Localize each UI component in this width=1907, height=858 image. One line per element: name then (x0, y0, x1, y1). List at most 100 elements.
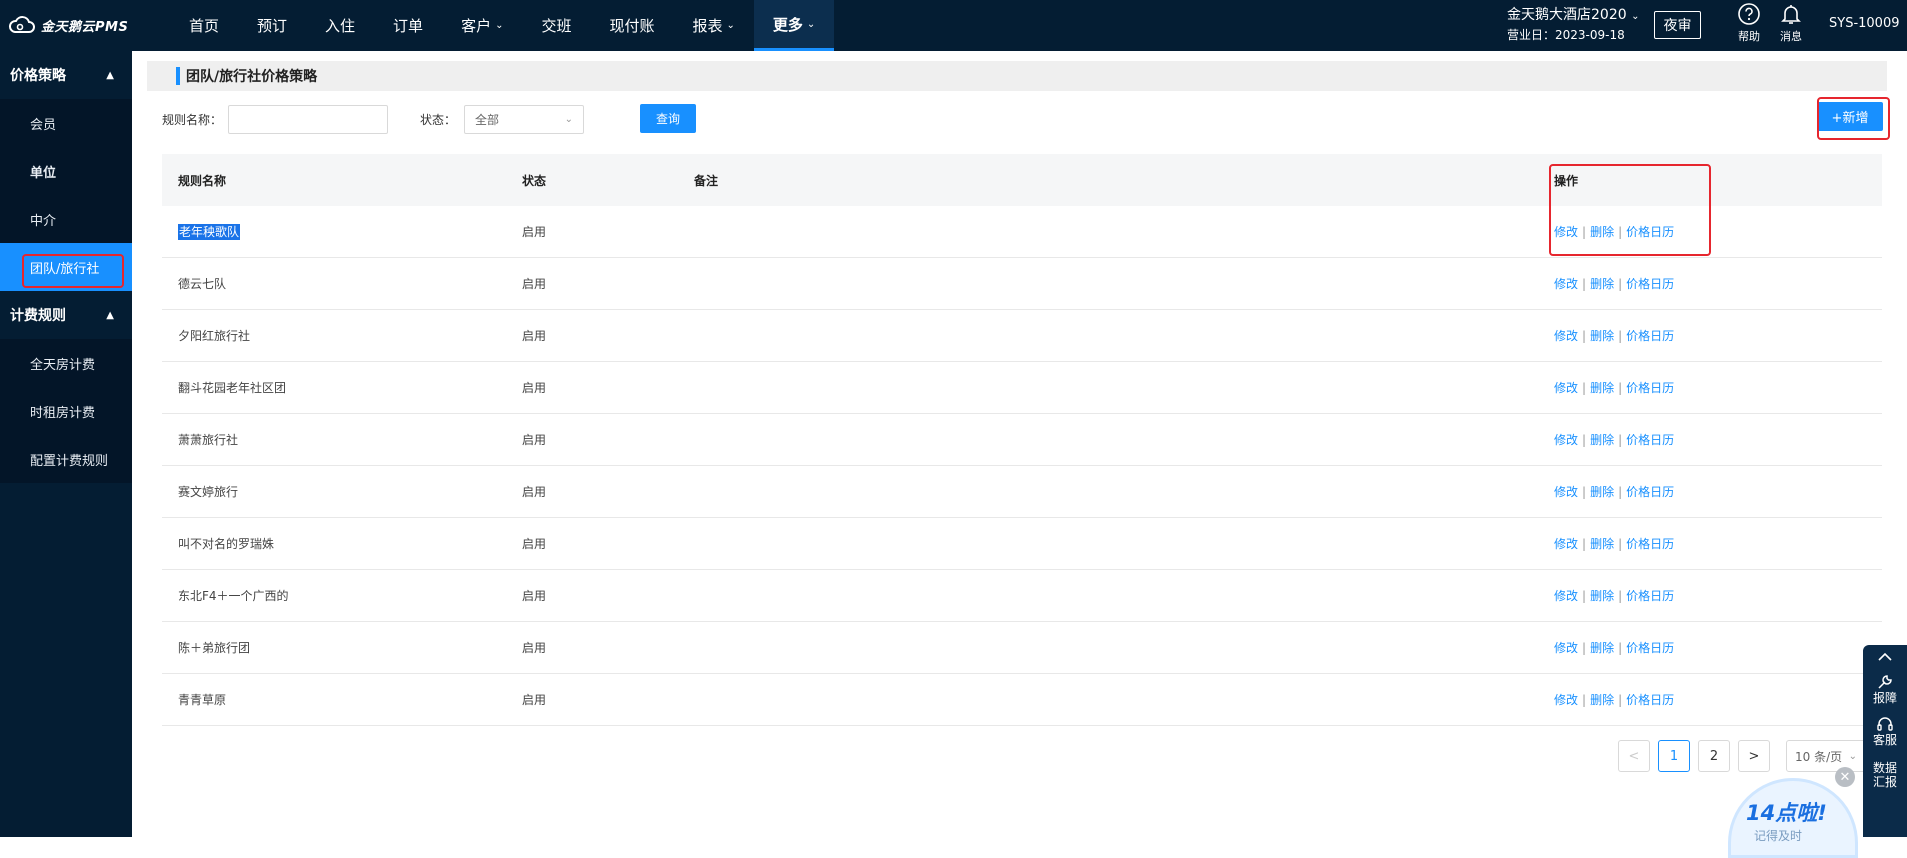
nav-customers[interactable]: 客户 ⌄ (442, 0, 522, 51)
price-calendar-link[interactable]: 价格日历 (1626, 537, 1674, 551)
edit-link[interactable]: 修改 (1554, 277, 1578, 291)
delete-link[interactable]: 删除 (1590, 641, 1614, 655)
separator: | (1618, 381, 1623, 395)
delete-link[interactable]: 删除 (1590, 381, 1614, 395)
chevron-up-icon: ▲ (106, 69, 114, 81)
nav-label: 首页 (189, 17, 220, 35)
data-report-button[interactable]: 数据汇报 (1871, 761, 1899, 789)
edit-link[interactable]: 修改 (1554, 641, 1578, 655)
delete-link[interactable]: 删除 (1590, 589, 1614, 603)
messages-button[interactable]: 消息 (1773, 2, 1809, 48)
price-calendar-link[interactable]: 价格日历 (1626, 433, 1674, 447)
separator: | (1582, 693, 1587, 707)
sidebar-item-unit[interactable]: 单位 (0, 147, 132, 195)
edit-link[interactable]: 修改 (1554, 537, 1578, 551)
rule-name: 德云七队 (178, 277, 227, 291)
sidebar-group-billing-rules[interactable]: 计费规则 ▲ (0, 291, 132, 339)
price-calendar-link[interactable]: 价格日历 (1626, 277, 1674, 291)
edit-link[interactable]: 修改 (1554, 329, 1578, 343)
edit-link[interactable]: 修改 (1554, 433, 1578, 447)
delete-link[interactable]: 删除 (1590, 329, 1614, 343)
rule-name-cell: 陈＋弟旅行团 (178, 639, 250, 656)
chevron-down-icon: ⌄ (495, 20, 504, 31)
help-icon (1738, 3, 1760, 25)
status-cell: 启用 (522, 537, 547, 551)
edit-link[interactable]: 修改 (1554, 381, 1578, 395)
app-logo[interactable]: 金天鹅云PMS (8, 13, 128, 37)
separator: | (1582, 329, 1587, 343)
actions-cell: 修改 | 删除 | 价格日历 (1554, 535, 1674, 552)
pagination-page-1[interactable]: 1 (1658, 740, 1690, 772)
separator: | (1582, 381, 1587, 395)
rule-name-cell: 叫不对名的罗瑞姝 (178, 535, 274, 552)
pagination-next-button[interactable]: > (1738, 740, 1770, 772)
nav-cash-account[interactable]: 现付账 (590, 0, 673, 51)
sidebar-item-hourly-billing[interactable]: 时租房计费 (0, 387, 132, 435)
pagination-page-2[interactable]: 2 (1698, 740, 1730, 772)
actions-cell: 修改 | 删除 | 价格日历 (1554, 431, 1674, 448)
report-fault-label: 报障 (1872, 691, 1897, 705)
table-row: 东北F4＋一个广西的 启用 修改 | 删除 | 价格日历 (162, 570, 1882, 622)
close-icon[interactable]: ✕ (1835, 767, 1855, 787)
nav-reservation[interactable]: 预订 (238, 0, 306, 51)
delete-link[interactable]: 删除 (1590, 277, 1614, 291)
actions-cell: 修改 | 删除 | 价格日历 (1554, 379, 1674, 396)
main-nav: 首页 预订 入住 订单 客户 ⌄ 交班 现付账 报表 ⌄ 更多 ⌄ (170, 0, 835, 51)
edit-link[interactable]: 修改 (1554, 589, 1578, 603)
headset-icon (1877, 717, 1893, 731)
price-calendar-link[interactable]: 价格日历 (1626, 329, 1674, 343)
price-calendar-link[interactable]: 价格日历 (1626, 693, 1674, 707)
page-title: 团队/旅行社价格策略 (186, 69, 318, 85)
night-audit-button[interactable]: 夜审 (1654, 11, 1701, 39)
edit-link[interactable]: 修改 (1554, 693, 1578, 707)
rule-name: 赛文婷旅行 (178, 485, 239, 499)
nav-reports[interactable]: 报表 ⌄ (674, 0, 754, 51)
rule-name-cell: 德云七队 (178, 275, 226, 292)
sidebar-item-config-billing[interactable]: 配置计费规则 (0, 435, 132, 483)
rule-name-cell: 翻斗花园老年社区团 (178, 379, 286, 396)
table-body: 老年秧歌队 启用 修改 | 删除 | 价格日历 德云七队 启用 修改 | 删除 | 价格日历 夕阳红旅行社启… (162, 206, 1882, 726)
user-account[interactable]: SYS-10009 (1829, 16, 1900, 31)
nav-shift[interactable]: 交班 (522, 0, 590, 51)
nav-home[interactable]: 首页 (170, 0, 238, 51)
status-cell: 启用 (522, 277, 547, 291)
edit-link[interactable]: 修改 (1554, 485, 1578, 499)
bell-icon (1781, 5, 1801, 24)
nav-more[interactable]: 更多 ⌄ (753, 0, 835, 51)
price-calendar-link[interactable]: 价格日历 (1626, 641, 1674, 655)
table-row: 青青草原 启用 修改 | 删除 | 价格日历 (162, 674, 1882, 726)
sidebar-item-full-day-billing[interactable]: 全天房计费 (0, 339, 132, 387)
promo-subtext: 记得及时 (1754, 829, 1803, 843)
nav-label: 更多 (772, 15, 803, 34)
price-calendar-link[interactable]: 价格日历 (1626, 589, 1674, 603)
separator: | (1618, 277, 1623, 291)
nav-label: 入住 (325, 17, 356, 35)
page-title-bar: 团队/旅行社价格策略 (147, 61, 1887, 91)
delete-link[interactable]: 删除 (1590, 537, 1614, 551)
rule-name: 萧萧旅行社 (178, 433, 239, 447)
collapse-up-button[interactable] (1863, 651, 1907, 663)
sidebar-item-agent[interactable]: 中介 (0, 195, 132, 243)
help-button[interactable]: 帮助 (1731, 2, 1767, 48)
query-button[interactable]: 查询 (640, 104, 696, 133)
data-report-label: 数据汇报 (1872, 761, 1897, 789)
customer-service-button[interactable]: 客服 (1863, 715, 1907, 747)
nav-checkin[interactable]: 入住 (306, 0, 374, 51)
rule-name-input[interactable] (228, 104, 389, 134)
sidebar-submenu: 全天房计费 时租房计费 配置计费规则 (0, 339, 132, 483)
actions-cell: 修改 | 删除 | 价格日历 (1554, 327, 1674, 344)
sidebar-item-member[interactable]: 会员 (0, 99, 132, 147)
price-calendar-link[interactable]: 价格日历 (1626, 381, 1674, 395)
status-select[interactable]: 全部 ⌄ (464, 104, 585, 134)
price-calendar-link[interactable]: 价格日历 (1626, 485, 1674, 499)
delete-link[interactable]: 删除 (1590, 693, 1614, 707)
delete-link[interactable]: 删除 (1590, 485, 1614, 499)
pagination-prev-button[interactable]: < (1618, 740, 1650, 772)
report-fault-button[interactable]: 报障 (1863, 673, 1907, 705)
delete-link[interactable]: 删除 (1590, 433, 1614, 447)
top-navigation-bar: 金天鹅云PMS 首页 预订 入住 订单 客户 ⌄ 交班 现付账 报表 ⌄ 更多 ⌄ 金… (0, 0, 1907, 51)
nav-orders[interactable]: 订单 (374, 0, 442, 51)
page-size-select[interactable]: 10 条/页 ⌄ (1786, 740, 1866, 772)
hotel-selector[interactable]: 金天鹅大酒店2020 ⌄ 营业日：2023-09-18 (1507, 6, 1639, 44)
sidebar-group-price-strategy[interactable]: 价格策略 ▲ (0, 51, 132, 99)
